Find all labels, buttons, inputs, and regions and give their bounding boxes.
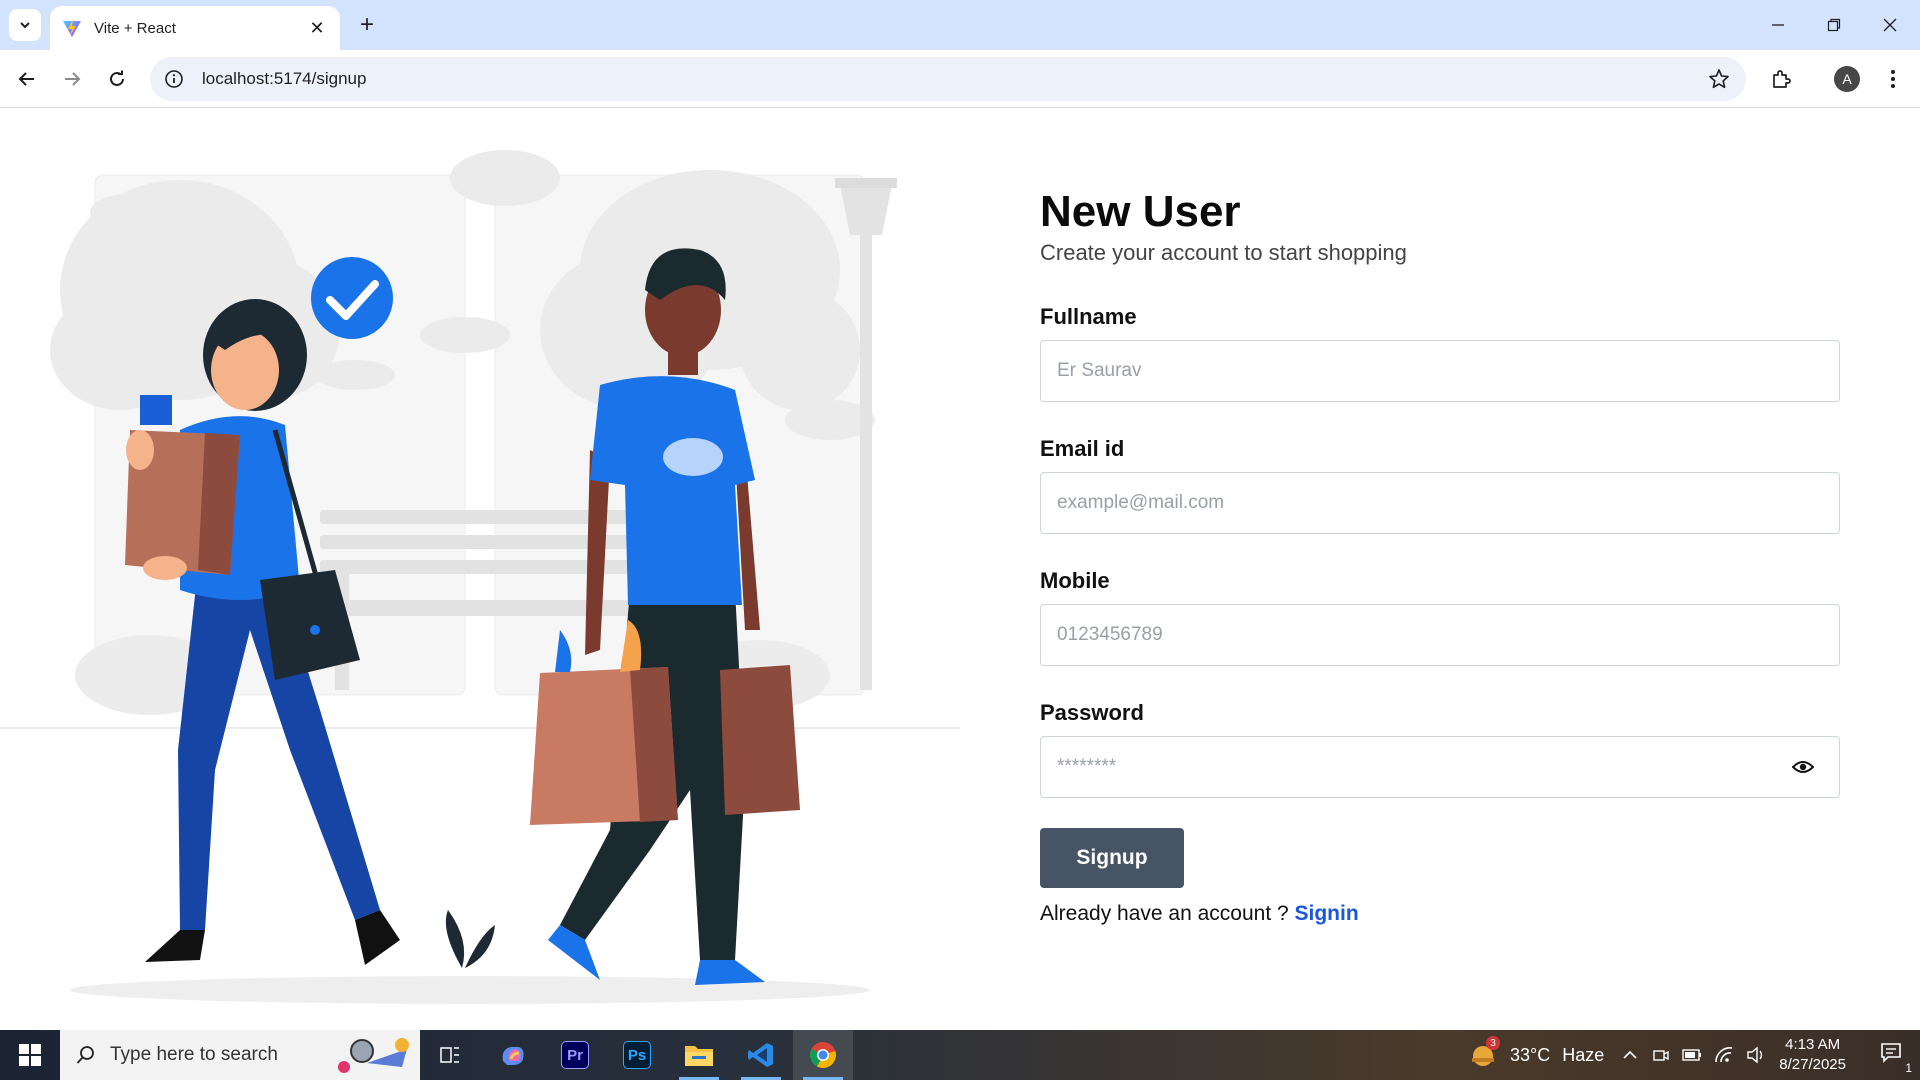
restore-icon [1827, 18, 1841, 32]
mobile-label: Mobile [1040, 568, 1110, 594]
start-button[interactable] [0, 1030, 60, 1080]
page-title: New User [1040, 187, 1241, 236]
chevron-up-icon[interactable] [1622, 1047, 1638, 1063]
notification-center-button[interactable]: 1 [1864, 1030, 1920, 1080]
search-highlight-icon [338, 1038, 409, 1073]
meet-icon[interactable] [1652, 1046, 1670, 1064]
chrome-icon [809, 1042, 836, 1069]
clock-date: 8/27/2025 [1779, 1056, 1846, 1073]
photoshop-app[interactable]: Ps [607, 1030, 667, 1080]
vite-logo-icon [63, 19, 81, 37]
task-view-button[interactable] [420, 1030, 480, 1080]
browser-tab[interactable]: Vite + React ✕ [50, 6, 340, 50]
password-field-group: Password [1040, 700, 1840, 799]
tab-search-button[interactable] [9, 9, 41, 41]
notification-count: 1 [1905, 1060, 1912, 1075]
minimize-button[interactable] [1750, 0, 1806, 50]
forward-button[interactable] [55, 62, 89, 96]
volume-icon[interactable] [1746, 1046, 1766, 1064]
reload-button[interactable] [100, 62, 134, 96]
premiere-app[interactable]: Pr [545, 1030, 605, 1080]
extensions-button[interactable] [1764, 62, 1798, 96]
browser-toolbar: localhost:5174/signup A [0, 50, 1920, 108]
more-vertical-icon [1891, 70, 1895, 88]
vscode-app[interactable] [731, 1030, 791, 1080]
taskbar-search-placeholder: Type here to search [110, 1044, 278, 1065]
file-explorer-icon [685, 1046, 713, 1066]
browser-menu-button[interactable] [1876, 62, 1910, 96]
chevron-down-icon [20, 22, 30, 29]
back-button[interactable] [10, 62, 44, 96]
mobile-field-group: Mobile [1040, 568, 1840, 667]
browser-tab-bar: Vite + React ✕ + [0, 0, 1920, 50]
signup-button[interactable]: Signup [1040, 828, 1184, 889]
tab-title: Vite + React [94, 19, 176, 37]
signup-form: New User Create your account to start sh… [1040, 187, 1840, 926]
weather-temp: 33°C [1510, 1044, 1551, 1065]
email-input[interactable] [1040, 472, 1840, 535]
new-tab-button[interactable]: + [352, 10, 382, 40]
profile-button[interactable]: A [1830, 62, 1864, 96]
arrow-right-icon [65, 72, 81, 86]
taskbar-clock[interactable]: 4:13 AM 8/27/2025 [1779, 1035, 1846, 1075]
fullname-label: Fullname [1040, 304, 1137, 330]
close-window-button[interactable] [1862, 0, 1918, 50]
copilot-app[interactable] [483, 1030, 543, 1080]
file-explorer-app[interactable] [669, 1030, 729, 1080]
email-field-group: Email id [1040, 436, 1840, 535]
password-input[interactable] [1040, 736, 1840, 799]
signin-link[interactable]: Signin [1295, 902, 1359, 925]
weather-desc: Haze [1562, 1044, 1605, 1065]
close-tab-icon[interactable]: ✕ [306, 17, 328, 39]
avatar: A [1834, 66, 1860, 92]
page-subtitle: Create your account to start shopping [1040, 240, 1407, 266]
url-text[interactable]: localhost:5174/signup [202, 69, 366, 89]
shopping-illustration [0, 150, 960, 1004]
premiere-icon: Pr [561, 1041, 589, 1069]
clock-time: 4:13 AM [1785, 1036, 1841, 1053]
weather-badge: 3 [1486, 1036, 1500, 1050]
close-icon [1883, 18, 1897, 32]
windows-taskbar: Type here to search Pr Ps 3 33°C Haze 4:… [0, 1030, 1920, 1080]
photoshop-icon: Ps [623, 1041, 651, 1069]
fullname-field-group: Fullname [1040, 304, 1840, 403]
signin-prompt: Already have an account ? Signin [1040, 902, 1840, 926]
task-view-icon [440, 1047, 459, 1063]
password-wrapper [1040, 736, 1840, 799]
fullname-input[interactable] [1040, 340, 1840, 403]
mobile-input[interactable] [1040, 604, 1840, 667]
wifi-icon[interactable] [1714, 1046, 1734, 1064]
signin-prompt-text: Already have an account ? [1040, 902, 1295, 926]
chrome-app[interactable] [793, 1030, 853, 1080]
vscode-icon [748, 1043, 773, 1067]
weather-icon: 3 [1468, 1036, 1500, 1070]
address-bar[interactable]: localhost:5174/signup [150, 57, 1746, 101]
notification-icon: 1 [1880, 1042, 1912, 1075]
minimize-icon [1772, 24, 1784, 26]
email-label: Email id [1040, 436, 1125, 462]
arrow-left-icon [18, 72, 34, 86]
restore-button[interactable] [1806, 0, 1862, 50]
system-tray [1622, 1030, 1766, 1080]
search-icon [76, 1046, 94, 1064]
windows-logo-icon [19, 1044, 41, 1066]
weather-widget[interactable]: 3 33°C Haze [1468, 1030, 1604, 1080]
show-password-icon[interactable] [1792, 757, 1814, 777]
taskbar-search-box[interactable]: Type here to search [60, 1030, 420, 1080]
submit-row: Signup [1040, 828, 1840, 889]
reload-icon [110, 70, 124, 86]
bookmark-star-icon[interactable] [1708, 68, 1730, 90]
password-label: Password [1040, 700, 1144, 726]
puzzle-icon [1773, 70, 1791, 88]
battery-icon[interactable] [1682, 1047, 1702, 1063]
copilot-icon [502, 1047, 524, 1065]
site-info-icon[interactable] [164, 69, 184, 89]
